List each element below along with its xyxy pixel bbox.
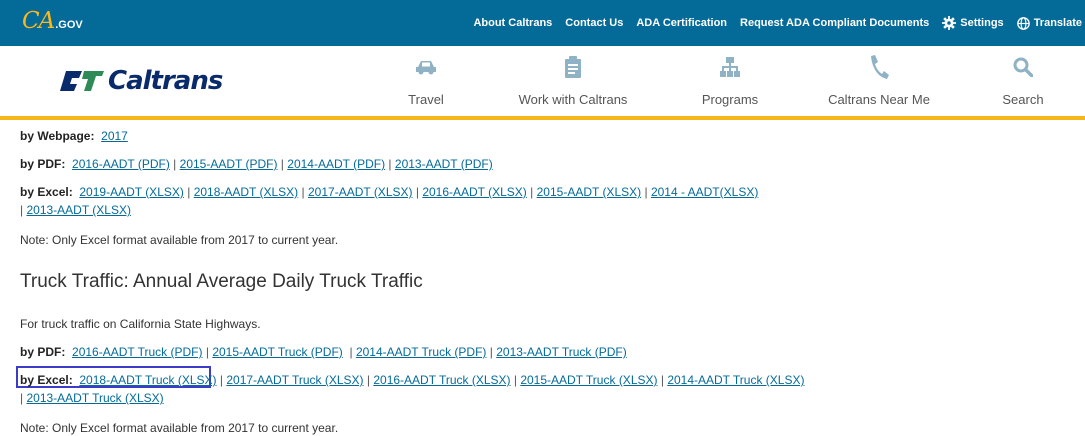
nav-travel-label: Travel bbox=[408, 92, 444, 107]
ca-gov-logo[interactable]: CA.GOV bbox=[22, 8, 83, 34]
aadt-excel-row: by Excel: 2019-AADT (XLSX) | 2018-AADT (… bbox=[20, 185, 759, 199]
caltrans-wordmark: Caltrans bbox=[108, 66, 223, 96]
truck-excel-row-cont: | 2013-AADT Truck (XLSX) bbox=[20, 391, 164, 405]
translate-button[interactable]: Translate bbox=[1016, 16, 1082, 30]
aadt-excel-link[interactable]: 2019-AADT (XLSX) bbox=[79, 185, 184, 199]
aadt-pdf-link[interactable]: 2014-AADT (PDF) bbox=[287, 157, 385, 171]
truck-traffic-heading: Truck Traffic: Annual Average Daily Truc… bbox=[20, 271, 423, 292]
sitemap-icon bbox=[720, 57, 740, 77]
truck-excel-row: by Excel: 2018-AADT Truck (XLSX) | 2017-… bbox=[20, 373, 805, 387]
aadt-webpage-row: by Webpage: 2017 bbox=[20, 128, 128, 144]
ada-certification-label: ADA Certification bbox=[636, 17, 728, 29]
by-excel-label: by Excel: bbox=[20, 185, 73, 199]
truck-intro: For truck traffic on California State Hi… bbox=[20, 317, 261, 331]
aadt-excel-row-cont: | 2013-AADT (XLSX) bbox=[20, 203, 131, 217]
utility-links: About Caltrans Contact Us ADA Certificat… bbox=[473, 0, 1085, 46]
settings-button[interactable]: Settings bbox=[942, 16, 1004, 30]
nav-work-with-caltrans[interactable]: Work with Caltrans bbox=[498, 52, 648, 107]
truck-pdf-row: by PDF: 2016-AADT Truck (PDF) | 2015-AAD… bbox=[20, 345, 627, 359]
aadt-pdf-link[interactable]: 2013-AADT (PDF) bbox=[395, 157, 493, 171]
top-utility-bar: CA.GOV About Caltrans Contact Us ADA Cer… bbox=[0, 0, 1085, 46]
aadt-2017-webpage-link[interactable]: 2017 bbox=[101, 129, 128, 143]
contact-us-link[interactable]: Contact Us bbox=[565, 17, 623, 29]
aadt-pdf-link[interactable]: 2015-AADT (PDF) bbox=[180, 157, 278, 171]
caltrans-logo[interactable]: Caltrans bbox=[60, 66, 223, 96]
main-navigation: Caltrans Travel Work with Caltrans Progr… bbox=[0, 46, 1085, 120]
nav-near-me-label: Caltrans Near Me bbox=[828, 92, 930, 107]
contact-us-label: Contact Us bbox=[565, 17, 624, 29]
aadt-excel-link[interactable]: 2014 - AADT(XLSX) bbox=[651, 185, 758, 199]
request-ada-documents-label: Request ADA Compliant Documents bbox=[740, 17, 930, 29]
about-caltrans-link[interactable]: About Caltrans bbox=[473, 17, 552, 29]
about-caltrans-label: About Caltrans bbox=[473, 17, 553, 29]
nav-programs[interactable]: Programs bbox=[655, 52, 805, 107]
nav-programs-label: Programs bbox=[701, 92, 759, 107]
truck-excel-link[interactable]: 2015-AADT Truck (XLSX) bbox=[520, 373, 657, 387]
nav-caltrans-near-me[interactable]: Caltrans Near Me bbox=[804, 52, 954, 107]
aadt-excel-link[interactable]: 2013-AADT (XLSX) bbox=[26, 203, 131, 217]
by-webpage-label: by Webpage: bbox=[20, 129, 95, 143]
nav-search-label: Search bbox=[1002, 92, 1044, 107]
truck-pdf-link[interactable]: 2014-AADT Truck (PDF) bbox=[356, 345, 486, 359]
by-pdf-label: by PDF: bbox=[20, 157, 66, 171]
truck-excel-link[interactable]: 2018-AADT Truck (XLSX) bbox=[79, 373, 216, 387]
ca-logo-text: CA bbox=[22, 8, 55, 34]
truck-by-excel-label: by Excel: bbox=[20, 373, 73, 387]
truck-pdf-link[interactable]: 2016-AADT Truck (PDF) bbox=[72, 345, 202, 359]
truck-excel-link[interactable]: 2013-AADT Truck (XLSX) bbox=[26, 391, 163, 405]
truck-excel-link[interactable]: 2017-AADT Truck (XLSX) bbox=[226, 373, 363, 387]
ada-certification-link[interactable]: ADA Certification bbox=[636, 17, 727, 29]
aadt-excel-link[interactable]: 2017-AADT (XLSX) bbox=[308, 185, 413, 199]
truck-by-pdf-label: by PDF: bbox=[20, 345, 66, 359]
aadt-excel-link[interactable]: 2018-AADT (XLSX) bbox=[194, 185, 299, 199]
aadt-excel-link[interactable]: 2016-AADT (XLSX) bbox=[422, 185, 527, 199]
truck-excel-link[interactable]: 2014-AADT Truck (XLSX) bbox=[667, 373, 804, 387]
truck-note: Note: Only Excel format available from 2… bbox=[20, 421, 339, 435]
aadt-note: Note: Only Excel format available from 2… bbox=[20, 233, 339, 247]
car-icon bbox=[416, 61, 436, 75]
search-icon bbox=[1013, 57, 1033, 77]
aadt-pdf-row: by PDF: 2016-AADT (PDF) | 2015-AADT (PDF… bbox=[20, 157, 493, 171]
request-ada-documents-link[interactable]: Request ADA Compliant Documents bbox=[740, 17, 929, 29]
aadt-pdf-link[interactable]: 2016-AADT (PDF) bbox=[72, 157, 170, 171]
truck-pdf-link[interactable]: 2015-AADT Truck (PDF) bbox=[212, 345, 342, 359]
gear-icon bbox=[942, 16, 957, 30]
translate-label: Translate bbox=[1033, 17, 1082, 29]
nav-work-label: Work with Caltrans bbox=[518, 92, 628, 107]
nav-search[interactable]: Search bbox=[948, 52, 1085, 107]
phone-icon bbox=[871, 55, 889, 79]
clipboard-icon bbox=[565, 56, 581, 78]
truck-excel-link[interactable]: 2016-AADT Truck (XLSX) bbox=[373, 373, 510, 387]
ca-logo-suffix: .GOV bbox=[55, 19, 83, 31]
settings-label: Settings bbox=[960, 17, 1004, 29]
globe-icon bbox=[1016, 16, 1030, 30]
aadt-excel-link[interactable]: 2015-AADT (XLSX) bbox=[537, 185, 642, 199]
caltrans-mark-icon bbox=[60, 71, 104, 91]
truck-pdf-link[interactable]: 2013-AADT Truck (PDF) bbox=[496, 345, 626, 359]
nav-travel[interactable]: Travel bbox=[351, 52, 501, 107]
